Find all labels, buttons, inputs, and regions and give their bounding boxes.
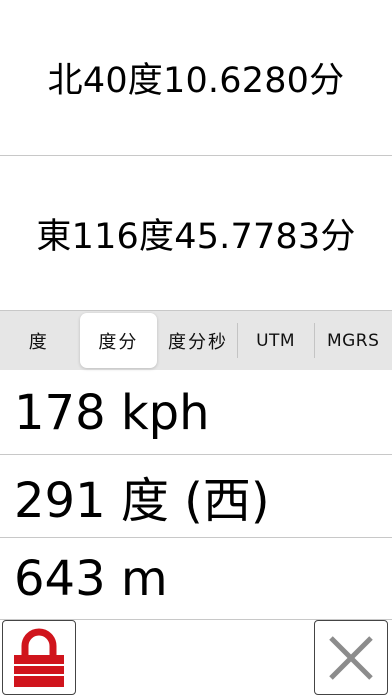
altitude-value: 643 m [14,551,168,607]
latitude-value: 北40度10.6280分 [47,61,345,101]
tab-degrees[interactable]: 度 [0,311,78,370]
speed-value: 178 kph [14,385,210,441]
close-button[interactable] [314,620,388,695]
close-icon [329,635,373,680]
gps-screen: 北40度10.6280分 東116度45.7783分 度 度分 度分秒 UTM … [0,0,392,696]
heading-value: 291 度 (西) [14,473,270,529]
coordinate-format-selector: 度 度分 度分秒 UTM MGRS [0,311,392,370]
tab-mgrs[interactable]: MGRS [314,311,392,370]
tab-degrees-minutes[interactable]: 度分 [79,313,158,368]
tab-utm[interactable]: UTM [236,311,315,370]
lock-button[interactable] [2,620,76,695]
lock-icon [14,628,64,687]
tab-degrees-minutes-seconds[interactable]: 度分秒 [159,311,237,370]
longitude-value: 東116度45.7783分 [36,217,356,257]
